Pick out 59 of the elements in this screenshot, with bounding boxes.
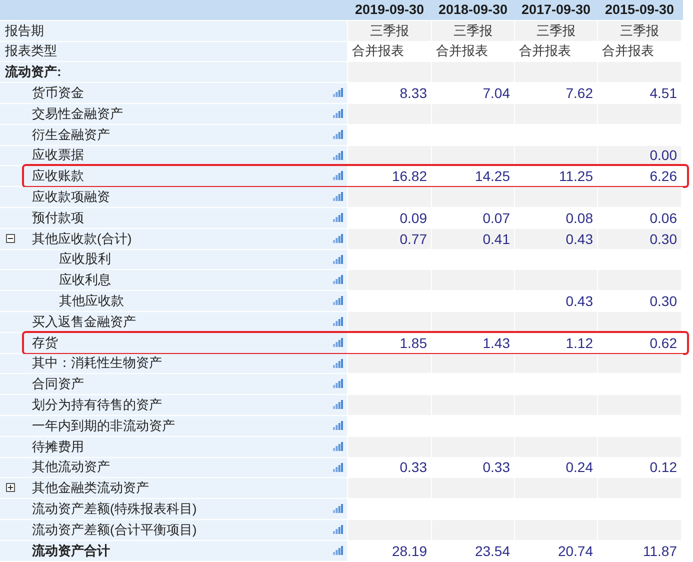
row-label: 报告期 [4,22,44,40]
bar-chart-icon[interactable] [333,130,343,139]
table-cell: 0.77 [348,228,431,249]
row-label: 流动资产: [4,63,62,82]
bar-chart-icon[interactable] [333,171,343,180]
table-cell: 0.41 [432,228,514,249]
row-label: 其他应收款(合计) [31,230,132,248]
row-label: 流动资产差额(合计平衡项目) [31,520,197,539]
bar-chart-icon[interactable] [333,546,343,555]
bar-chart-icon[interactable] [333,108,343,118]
bar-chart-icon[interactable] [333,524,343,534]
row-label: 报表类型 [4,42,57,60]
row-label: 合同资产 [31,375,84,394]
row-label: 应收利息 [58,271,111,290]
row-label: 预付款项 [31,208,84,227]
bar-chart-icon[interactable] [333,338,343,347]
bar-chart-icon[interactable] [333,358,343,368]
bar-chart-icon[interactable] [333,234,343,243]
row-label: 衍生金融资产 [31,126,110,144]
bar-chart-icon[interactable] [333,462,343,472]
collapse-icon[interactable] [6,234,15,243]
row-label: 应收账款 [31,167,84,186]
bar-chart-icon[interactable] [333,420,343,430]
row-label: 其他应收款 [58,292,124,310]
row-label: 一年内到期的非流动资产 [31,416,175,435]
bar-chart-icon[interactable] [333,296,343,306]
row-label: 买入返售金融资产 [31,312,136,331]
row-label: 其他流动资产 [31,458,110,476]
table-cell: 0.43 [515,228,597,249]
row-label: 应收股利 [58,250,111,268]
row-label: 其他金融类流动资产 [31,479,149,498]
row-label: 应收款项融资 [31,188,110,206]
bar-chart-icon[interactable] [333,400,343,410]
row-label: 交易性金融资产 [31,104,123,123]
bar-chart-icon[interactable] [333,442,343,451]
bar-chart-icon[interactable] [333,379,343,388]
bar-chart-icon[interactable] [333,316,343,326]
bar-chart-icon[interactable] [333,88,343,98]
row-label: 其中：消耗性生物资产 [31,354,162,372]
bar-chart-icon[interactable] [333,192,343,202]
row-label: 应收票据 [31,146,84,164]
row-label: 存货 [31,334,58,352]
row-label: 流动资产合计 [31,542,110,560]
expand-icon[interactable] [6,483,15,492]
table-cell: 三季报 [348,20,431,41]
bar-chart-icon[interactable] [333,504,343,514]
table-cell: 三季报 [432,20,514,41]
bar-chart-icon[interactable] [333,275,343,284]
table-cell: 0.30 [598,228,681,249]
table-cell: 三季报 [515,20,597,41]
row-label: 划分为持有待售的资产 [31,396,162,414]
table-cell: 三季报 [598,20,681,41]
row-label: 流动资产差额(特殊报表科目) [31,500,197,518]
bar-chart-icon[interactable] [333,254,343,264]
bar-chart-icon[interactable] [333,212,343,222]
bar-chart-icon[interactable] [333,150,343,160]
table-cell: 0.00 [598,146,681,166]
row-label: 货币资金 [31,84,84,102]
row-label: 待摊费用 [31,438,84,456]
